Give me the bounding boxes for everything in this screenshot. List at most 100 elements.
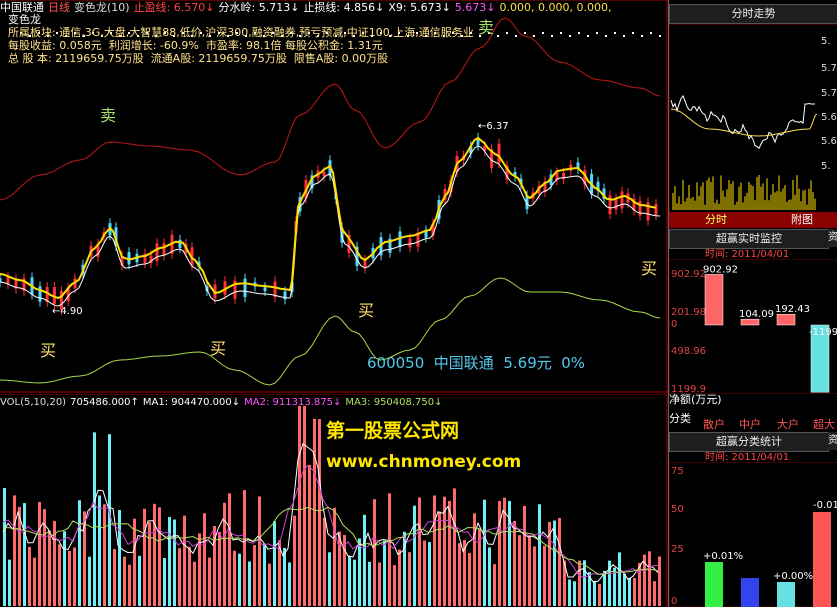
- candle-body: [497, 143, 501, 164]
- vol-value: 705486.000↑: [70, 397, 139, 408]
- volume-bar: [388, 493, 391, 606]
- monitor-side-tab[interactable]: 资: [828, 229, 837, 247]
- dot-marker: [632, 32, 634, 34]
- shares-label: 总 股 本:: [8, 52, 52, 65]
- volume-bar: [623, 573, 626, 606]
- monitor-chart: 902.92201.980498.961199.9902.92104.09 192…: [669, 259, 837, 394]
- low-price-mark: ←4.90: [52, 306, 83, 317]
- volume-bar: [423, 540, 426, 606]
- timeshare-title[interactable]: 分时走势: [669, 4, 837, 24]
- volume-bar: [88, 556, 91, 606]
- candle-body: [243, 278, 247, 298]
- volume-bar: [458, 543, 461, 606]
- dot-marker: [560, 32, 562, 34]
- dot-marker: [497, 35, 499, 37]
- volume-bar: [578, 560, 581, 606]
- category-super: 超大: [813, 418, 835, 431]
- volume-bar: [598, 583, 601, 606]
- volume-bar: [358, 538, 361, 606]
- volume-bar: [398, 549, 401, 606]
- volume-bar: [418, 497, 421, 606]
- volume-bar: [568, 579, 571, 606]
- volume-bar: [488, 547, 491, 606]
- monitor-bar-label: 902.92: [703, 264, 738, 275]
- vol-label: VOL(5,10,20): [0, 397, 67, 408]
- pe-ratio: 市盈率: 98.1倍: [205, 39, 282, 52]
- tab-subchart[interactable]: 附图: [791, 213, 813, 226]
- volume-bar: [98, 495, 101, 606]
- stats-title[interactable]: 超赢分类统计: [669, 432, 829, 452]
- volume-bar: [368, 561, 371, 606]
- sector-list: 通信,3G,大盘,大智慧88,低价,沪深300,融资融券,预亏预减,中证100,…: [59, 26, 474, 39]
- tab-timeshare[interactable]: 分时: [705, 213, 727, 226]
- volume-bar: [513, 521, 516, 606]
- volume-bar: [128, 564, 131, 606]
- stats-chart: 75 50 25 0 +0.01% +0.00% -0.01: [669, 462, 837, 607]
- stats-bar: [705, 562, 723, 607]
- category-medium: 中户: [739, 418, 761, 431]
- sector-row: 所属板块: 通信,3G,大盘,大智慧88,低价,沪深300,融资融券,预亏预减,…: [8, 26, 474, 39]
- candle-body: [408, 238, 412, 248]
- price-tick: 5.: [821, 161, 831, 172]
- volume-bar: [373, 499, 376, 606]
- stats-bar-label: -0.01: [813, 500, 837, 511]
- volume-bar: [228, 493, 231, 606]
- dot-marker: [542, 32, 544, 34]
- volume-bar: [108, 434, 111, 606]
- volume-bar: [338, 531, 341, 606]
- volume-bar: [38, 501, 41, 606]
- volume-bar: [318, 419, 321, 606]
- quote-line: 600050 中国联通 5.69元 0%: [367, 354, 586, 372]
- dot-marker: [569, 35, 571, 37]
- candle-body: [178, 239, 182, 248]
- reserve-per-share: 每股公积金: 1.31元: [285, 39, 383, 52]
- volume-bar: [523, 505, 526, 606]
- monitor-title[interactable]: 超赢实时监控: [669, 229, 829, 249]
- net-amount-label: 净额(万元): [669, 393, 722, 406]
- high-price-mark: ←6.37: [478, 121, 509, 132]
- volume-bar: [283, 547, 286, 606]
- monitor-axis-tick: 201.98: [671, 307, 706, 318]
- main-chart[interactable]: 中国联通 日线 变色龙(10) 止盈线: 6.570↓ 分水岭: 5.713↓ 止损线: …: [0, 0, 668, 393]
- sell-signal: 卖: [478, 18, 495, 37]
- volume-bar: [208, 557, 211, 606]
- buy-signal: 买: [358, 301, 375, 320]
- candle-body: [263, 287, 267, 292]
- volume-bar: [133, 518, 136, 606]
- price-tick: 5.: [821, 36, 831, 47]
- total-shares: 2119659.75万股: [55, 52, 144, 65]
- stats-bar: [741, 578, 759, 607]
- volume-bar: [293, 515, 296, 606]
- volume-bar: [238, 553, 241, 606]
- volume-bar: [493, 564, 496, 606]
- dot-marker: [659, 35, 661, 37]
- stats-bar-label: +0.00%: [773, 571, 813, 582]
- dot-marker: [605, 35, 607, 37]
- stats-side-tab[interactable]: 资: [828, 432, 837, 450]
- timeshare-chart[interactable]: 5. 5.7 5.7 5.6 5.6 5.: [669, 24, 837, 214]
- candle-body: [6, 276, 10, 285]
- volume-bar: [113, 549, 116, 606]
- stats-axis-tick: 0: [671, 596, 677, 607]
- volume-bar: [33, 557, 36, 606]
- volume-chart[interactable]: VOL(5,10,20) 705486.000↑ MA1: 904470.000↓ M…: [0, 394, 668, 607]
- volume-bar: [308, 464, 311, 606]
- volume-bar: [253, 545, 256, 606]
- volume-bar: [408, 552, 411, 606]
- volume-bar: [538, 504, 541, 606]
- volume-bar: [78, 500, 81, 606]
- eps-label: 每股收益:: [8, 39, 56, 52]
- volume-bar: [558, 517, 561, 606]
- volume-bar: [593, 580, 596, 606]
- volume-bar: [328, 552, 331, 606]
- indicator-label: 变色龙: [8, 13, 41, 26]
- watermark-url: www.chnmoney.com: [326, 452, 522, 472]
- price-tick: 5.7: [821, 88, 837, 99]
- dot-marker: [515, 35, 517, 37]
- shares-row: 总 股 本: 2119659.75万股 流通A股: 2119659.75万股 限…: [8, 52, 474, 65]
- volume-bar: [468, 552, 471, 606]
- dot-marker: [641, 35, 643, 37]
- volume-bar: [498, 501, 501, 606]
- volume-bar: [393, 565, 396, 606]
- category-retail: 散户: [703, 418, 725, 431]
